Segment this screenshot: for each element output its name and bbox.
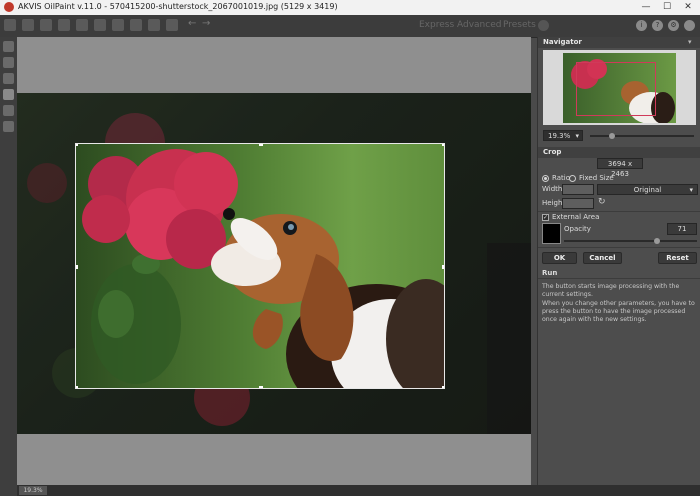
canvas-padding-bottom xyxy=(17,434,531,485)
help-icon[interactable]: ? xyxy=(652,20,663,31)
cancel-button[interactable]: Cancel xyxy=(583,252,622,264)
toolbar: ← → Express Advanced Presets i ? ⚙ xyxy=(0,15,700,38)
before-after-eye-icon[interactable] xyxy=(3,41,14,52)
opacity-slider-knob[interactable] xyxy=(654,238,660,244)
run-description-1: The button starts image processing with … xyxy=(542,283,680,298)
ratio-dropdown-value: Original xyxy=(633,186,662,194)
ratio-dropdown[interactable]: Original ▾ xyxy=(597,184,698,195)
reset-button[interactable]: Reset xyxy=(658,252,697,264)
external-area-label: External Area xyxy=(552,213,600,221)
settings-panel: Navigator ▾ 19.3% ▾ Crop 3694 x 2463 Rat… xyxy=(537,37,700,485)
crop-handle-bottom-right[interactable] xyxy=(442,386,444,388)
crop-frame[interactable] xyxy=(75,143,445,389)
settings-gear-icon[interactable]: ⚙ xyxy=(668,20,679,31)
ratio-label: Ratio xyxy=(552,174,570,182)
title-bar: AKVIS OilPaint v.11.0 - 570415200-shutte… xyxy=(0,0,700,15)
minimize-button[interactable]: — xyxy=(636,1,656,13)
batch-icon[interactable] xyxy=(40,19,52,31)
apply-icon[interactable] xyxy=(130,19,142,31)
run-description-2: When you change other parameters, you ha… xyxy=(542,300,695,323)
brush-icon[interactable] xyxy=(3,57,14,68)
run-title: Run xyxy=(542,269,558,277)
notifications-icon[interactable] xyxy=(684,20,695,31)
navigator-collapse-icon[interactable]: ▾ xyxy=(688,38,692,46)
mode-presets[interactable]: Presets xyxy=(503,20,536,30)
save-image-icon[interactable] xyxy=(22,19,34,31)
ratio-chevron-down-icon: ▾ xyxy=(689,186,693,194)
opacity-slider[interactable] xyxy=(564,240,697,242)
crop-tool-icon[interactable] xyxy=(3,89,14,100)
external-area-color-swatch[interactable] xyxy=(542,223,561,244)
app-logo-icon xyxy=(4,2,14,12)
redo-arrow-icon[interactable]: → xyxy=(202,18,214,30)
status-zoom: 19.3% xyxy=(19,486,47,495)
divider xyxy=(538,278,700,279)
status-bar: 19.3% xyxy=(17,485,700,496)
crop-title: Crop xyxy=(538,147,700,158)
undo-arrow-icon[interactable]: ← xyxy=(188,18,200,30)
crop-handle-left[interactable] xyxy=(76,265,78,269)
zoom-dropdown[interactable]: 19.3% ▾ xyxy=(543,130,583,141)
canvas-icon[interactable] xyxy=(94,19,106,31)
width-label: Width xyxy=(542,185,563,193)
image-canvas[interactable] xyxy=(17,37,531,485)
zoom-chevron-down-icon: ▾ xyxy=(575,132,579,140)
hand-tool-icon[interactable] xyxy=(3,105,14,116)
divider xyxy=(538,211,700,212)
crop-handle-top-right[interactable] xyxy=(442,144,444,146)
height-field[interactable] xyxy=(562,198,594,209)
crop-handle-bottom[interactable] xyxy=(259,386,263,388)
zoom-tool-icon[interactable] xyxy=(3,121,14,132)
mode-advanced[interactable]: Advanced xyxy=(457,20,501,30)
maximize-button[interactable]: ☐ xyxy=(657,1,677,13)
run-icon[interactable] xyxy=(148,19,160,31)
ratio-radio[interactable] xyxy=(542,175,549,182)
close-button[interactable]: ✕ xyxy=(678,1,698,13)
open-image-icon[interactable] xyxy=(4,19,16,31)
opacity-value[interactable]: 71 xyxy=(667,223,697,235)
zoom-slider[interactable] xyxy=(590,135,694,137)
mode-express[interactable]: Express xyxy=(419,20,454,30)
crop-handle-bottom-left[interactable] xyxy=(76,386,78,388)
zoom-slider-knob[interactable] xyxy=(609,133,615,139)
photo-dog-and-flowers xyxy=(82,149,444,388)
opacity-label: Opacity xyxy=(564,225,591,233)
reset-icon[interactable] xyxy=(166,19,178,31)
canvas-padding-top xyxy=(17,37,531,93)
presets-gear-icon[interactable] xyxy=(538,20,549,31)
crop-handle-top-left[interactable] xyxy=(76,144,78,146)
left-toolbar xyxy=(0,37,17,496)
width-field[interactable] xyxy=(562,184,594,195)
crop-handle-right[interactable] xyxy=(442,265,444,269)
crop-handle-top[interactable] xyxy=(259,144,263,146)
external-area-checkbox[interactable]: ✓ xyxy=(542,214,549,221)
ok-button[interactable]: OK xyxy=(542,252,577,264)
swap-orientation-icon[interactable]: ↻ xyxy=(598,197,606,207)
window-title: AKVIS OilPaint v.11.0 - 570415200-shutte… xyxy=(18,2,338,11)
crop-size-readout: 3694 x 2463 xyxy=(597,158,643,178)
divider xyxy=(538,247,700,248)
decoration-icon[interactable] xyxy=(112,19,124,31)
fixed-size-radio[interactable] xyxy=(569,175,576,182)
fixed-size-label: Fixed Size xyxy=(579,174,614,182)
share-icon[interactable] xyxy=(76,19,88,31)
print-icon[interactable] xyxy=(58,19,70,31)
info-icon[interactable]: i xyxy=(636,20,647,31)
navigator-preview[interactable] xyxy=(543,50,696,125)
zoom-value: 19.3% xyxy=(548,132,571,140)
navigator-view-rect[interactable] xyxy=(576,62,656,116)
navigator-title: Navigator xyxy=(538,37,700,48)
eraser-icon[interactable] xyxy=(3,73,14,84)
